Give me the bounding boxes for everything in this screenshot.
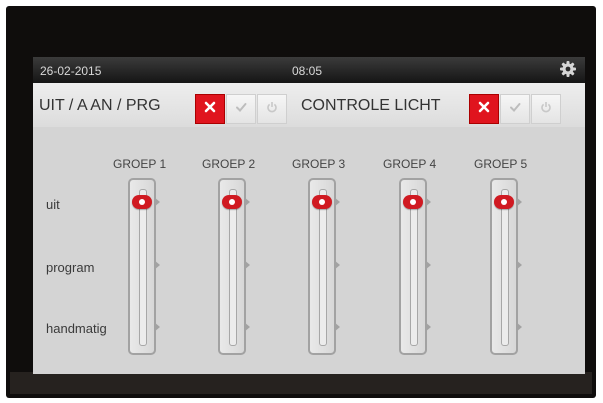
notch-uit	[425, 197, 431, 207]
group-3-label: GROEP 3	[292, 157, 346, 171]
group-2-label: GROEP 2	[202, 157, 256, 171]
notch-handmatig	[516, 322, 522, 332]
notch-handmatig	[154, 322, 160, 332]
mode-off-button[interactable]	[195, 94, 225, 124]
status-bar: 26-02-2015 08:05	[33, 57, 585, 83]
notch-program	[334, 260, 340, 270]
slider-channel	[319, 189, 327, 346]
notch-program	[425, 260, 431, 270]
notch-uit	[154, 197, 160, 207]
group-5-label: GROEP 5	[474, 157, 528, 171]
notch-program	[244, 260, 250, 270]
group-1-label: GROEP 1	[113, 157, 167, 171]
date-display: 26-02-2015	[40, 64, 102, 78]
power-icon	[266, 100, 278, 118]
slider-knob[interactable]	[222, 195, 242, 209]
group-3-slider[interactable]	[308, 178, 340, 355]
notch-program	[516, 260, 522, 270]
mode-on-button[interactable]	[226, 94, 256, 124]
power-icon	[540, 100, 552, 118]
slider-channel	[139, 189, 147, 346]
close-icon	[478, 100, 490, 118]
clock-display: 08:05	[292, 64, 323, 78]
slider-channel	[229, 189, 237, 346]
row-label-program: program	[46, 260, 95, 275]
notch-uit	[244, 197, 250, 207]
close-icon	[204, 100, 216, 118]
light-control-label: CONTROLE LICHT	[301, 97, 441, 114]
light-off-button[interactable]	[469, 94, 499, 124]
gear-icon[interactable]	[559, 60, 577, 78]
slider-channel	[501, 189, 509, 346]
light-program-button[interactable]	[531, 94, 561, 124]
header-bar: UIT / A AN / PRG CONTROLE LICHT	[33, 83, 585, 127]
slider-knob[interactable]	[403, 195, 423, 209]
notch-program	[154, 260, 160, 270]
mode-program-button[interactable]	[257, 94, 287, 124]
light-on-button[interactable]	[500, 94, 530, 124]
notch-uit	[516, 197, 522, 207]
slider-knob[interactable]	[312, 195, 332, 209]
slider-knob[interactable]	[132, 195, 152, 209]
group-4-slider[interactable]	[399, 178, 431, 355]
slider-channel	[410, 189, 418, 346]
checkmark-icon	[509, 100, 521, 118]
row-label-handmatig: handmatig	[46, 321, 107, 336]
checkmark-icon	[235, 100, 247, 118]
notch-uit	[334, 197, 340, 207]
slider-knob[interactable]	[494, 195, 514, 209]
group-4-label: GROEP 4	[383, 157, 437, 171]
notch-handmatig	[334, 322, 340, 332]
notch-handmatig	[425, 322, 431, 332]
mode-label: UIT / A AN / PRG	[39, 97, 161, 114]
group-2-slider[interactable]	[218, 178, 250, 355]
group-1-slider[interactable]	[128, 178, 160, 355]
group-5-slider[interactable]	[490, 178, 522, 355]
touch-screen: 26-02-2015 08:05 UIT / A AN / PRG CONTRO…	[33, 57, 585, 374]
device-bezel-bottom	[10, 372, 592, 394]
notch-handmatig	[244, 322, 250, 332]
row-label-uit: uit	[46, 197, 60, 212]
